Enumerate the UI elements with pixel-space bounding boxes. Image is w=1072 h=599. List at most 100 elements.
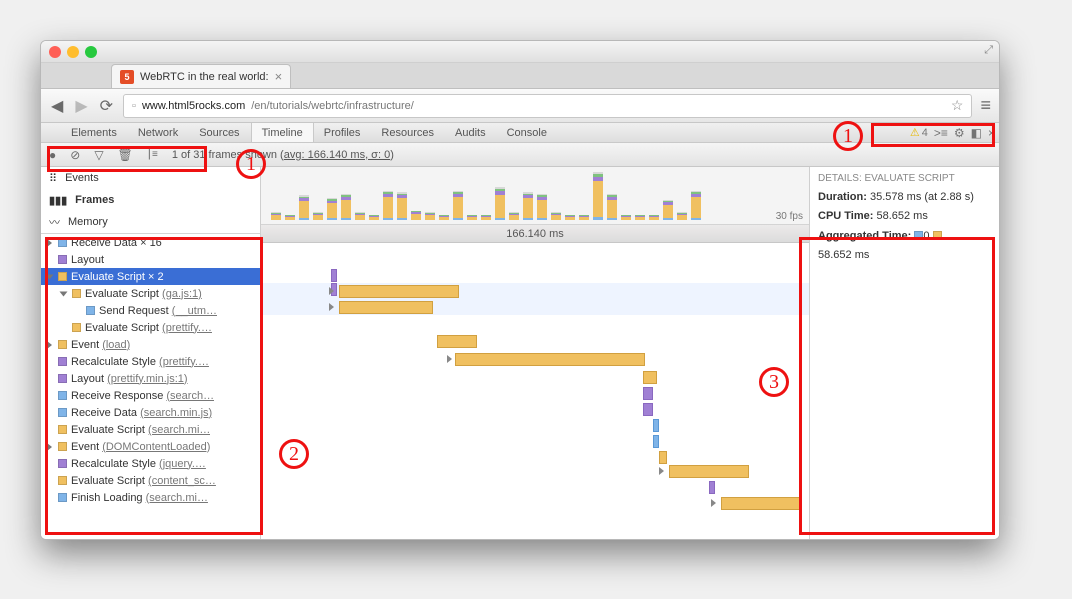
dock-side-icon[interactable]: ◧ (971, 126, 982, 140)
expand-triangle-icon[interactable] (711, 499, 716, 507)
garbage-collect-icon[interactable]: 🗑 (118, 148, 133, 162)
frame-bar[interactable] (467, 215, 477, 220)
flame-bar[interactable] (643, 387, 653, 400)
flame-chart[interactable] (261, 243, 809, 539)
frame-bar[interactable] (621, 215, 631, 220)
window-close-icon[interactable] (49, 46, 61, 58)
record-row[interactable]: Evaluate Script (ga.js:1) (41, 285, 260, 302)
frame-bar[interactable] (271, 212, 281, 220)
devtools-tab-console[interactable]: Console (497, 123, 558, 142)
bookmark-icon[interactable]: ☆ (951, 97, 964, 114)
expand-triangle-icon[interactable] (329, 287, 334, 295)
frame-bar[interactable] (691, 191, 701, 220)
record-row[interactable]: Recalculate Style (prettify.… (41, 353, 260, 370)
flame-bar[interactable] (721, 497, 801, 510)
frame-bar[interactable] (677, 212, 687, 220)
devtools-tab-resources[interactable]: Resources (371, 123, 445, 142)
reload-icon[interactable]: ⟳ (98, 96, 115, 116)
frame-bar[interactable] (453, 191, 463, 220)
flame-bar[interactable] (339, 301, 433, 314)
expand-triangle-icon[interactable] (659, 467, 664, 475)
disclosure-triangle-icon[interactable] (46, 274, 54, 279)
filter-icon[interactable]: ▽ (94, 148, 103, 162)
frame-bar[interactable] (551, 212, 561, 220)
frames-overview[interactable]: 30 fps (261, 167, 809, 225)
frame-bar[interactable] (439, 215, 449, 220)
frame-bar[interactable] (523, 192, 533, 220)
record-row[interactable]: Layout (prettify.min.js:1) (41, 370, 260, 387)
frame-bar[interactable] (313, 212, 323, 220)
console-drawer-icon[interactable]: >≡ (934, 126, 948, 140)
nav-back-icon[interactable]: ◀ (49, 96, 65, 116)
record-row[interactable]: Layout (41, 251, 260, 268)
tab-close-icon[interactable]: × (275, 69, 283, 84)
frame-bar[interactable] (579, 215, 589, 220)
devtools-tab-sources[interactable]: Sources (189, 123, 250, 142)
disclosure-triangle-icon[interactable] (47, 443, 52, 451)
frame-bar[interactable] (299, 195, 309, 220)
frame-bar[interactable] (565, 215, 575, 220)
view-frames[interactable]: ▮▮▮Frames (41, 189, 260, 211)
flame-bar[interactable] (643, 403, 653, 416)
disclosure-triangle-icon[interactable] (60, 291, 68, 296)
devtools-tab-network[interactable]: Network (128, 123, 189, 142)
frame-bar[interactable] (481, 215, 491, 220)
devtools-tab-elements[interactable]: Elements (61, 123, 128, 142)
frame-bar[interactable] (369, 215, 379, 220)
devtools-tab-audits[interactable]: Audits (445, 123, 497, 142)
flame-bar[interactable] (339, 285, 459, 298)
record-row[interactable]: Recalculate Style (jquery.… (41, 455, 260, 472)
expand-triangle-icon[interactable] (329, 303, 334, 311)
view-memory[interactable]: 〰Memory (41, 211, 260, 233)
window-zoom-icon[interactable] (85, 46, 97, 58)
devtools-tab-profiles[interactable]: Profiles (314, 123, 372, 142)
frame-bar[interactable] (383, 191, 393, 220)
frame-bar[interactable] (341, 194, 351, 220)
record-row[interactable]: Event (DOMContentLoaded) (41, 438, 260, 455)
flame-bar[interactable] (653, 419, 659, 432)
flame-bar[interactable] (659, 451, 667, 464)
frame-bar[interactable] (509, 212, 519, 220)
record-row[interactable]: Evaluate Script × 2 (41, 268, 260, 285)
frame-bar[interactable] (649, 215, 659, 220)
devtools-close-icon[interactable]: × (988, 126, 995, 140)
record-row[interactable]: Receive Response (search… (41, 387, 260, 404)
frame-bar[interactable] (537, 194, 547, 220)
record-row[interactable]: Receive Data × 16 (41, 234, 260, 251)
flame-bar[interactable] (669, 465, 749, 478)
flame-bar[interactable] (331, 269, 337, 282)
frame-bar[interactable] (635, 215, 645, 220)
frame-bar[interactable] (663, 200, 673, 220)
record-row[interactable]: Send Request (__utm… (41, 302, 260, 319)
record-icon[interactable]: ● (49, 148, 56, 162)
record-row[interactable]: Evaluate Script (search.mi… (41, 421, 260, 438)
clear-icon[interactable]: ⊘ (70, 148, 80, 162)
frame-bar[interactable] (607, 194, 617, 220)
window-expand-icon[interactable]: ⤢ (984, 44, 993, 57)
frame-bar[interactable] (397, 192, 407, 220)
settings-gear-icon[interactable]: ⚙ (954, 126, 965, 140)
warning-counter[interactable]: ⚠4 (910, 126, 928, 139)
flame-bar[interactable] (455, 353, 645, 366)
record-row[interactable]: Receive Data (search.min.js) (41, 404, 260, 421)
expand-triangle-icon[interactable] (447, 355, 452, 363)
frame-bar[interactable] (593, 172, 603, 220)
record-row[interactable]: Event (load) (41, 336, 260, 353)
record-row[interactable]: Evaluate Script (content_sc… (41, 472, 260, 489)
frame-bar[interactable] (495, 187, 505, 220)
flame-bar[interactable] (437, 335, 477, 348)
devtools-tab-timeline[interactable]: Timeline (251, 123, 314, 142)
nav-forward-icon[interactable]: ▶ (73, 96, 89, 116)
browser-tab[interactable]: 5 WebRTC in the real world: × (111, 64, 291, 88)
chrome-menu-icon[interactable]: ≡ (980, 95, 991, 116)
flame-bar[interactable] (653, 435, 659, 448)
record-row[interactable]: Finish Loading (search.mi… (41, 489, 260, 506)
disclosure-triangle-icon[interactable] (47, 239, 52, 247)
flame-chart-icon[interactable]: ⎮≡ (147, 149, 158, 160)
frame-bar[interactable] (425, 212, 435, 220)
frame-bar[interactable] (285, 215, 295, 220)
frame-bar[interactable] (411, 211, 421, 220)
record-row[interactable]: Evaluate Script (prettify.… (41, 319, 260, 336)
frame-bar[interactable] (327, 198, 337, 220)
window-minimize-icon[interactable] (67, 46, 79, 58)
